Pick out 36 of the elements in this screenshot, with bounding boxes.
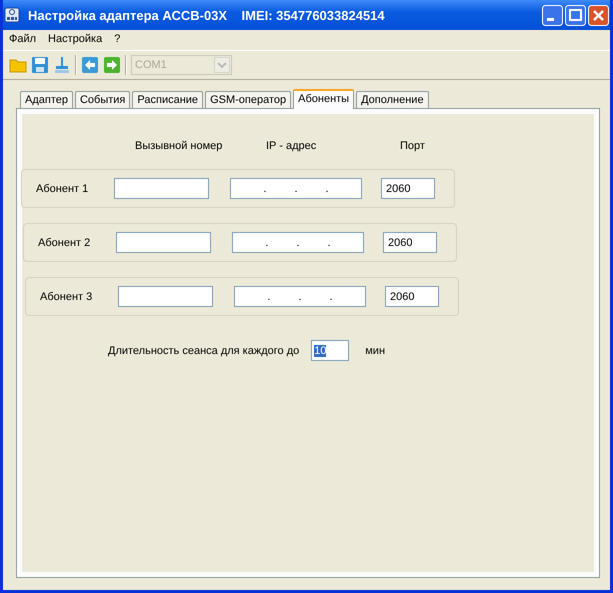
session-duration-label: Длительность сеанса для каждого до <box>108 344 300 356</box>
port-field[interactable]: 2060 <box>385 286 439 307</box>
session-duration-field[interactable]: 10 <box>311 340 350 361</box>
save-icon[interactable] <box>31 56 49 74</box>
close-icon[interactable] <box>588 4 609 26</box>
column-header: Вызывной номер <box>135 140 222 152</box>
ip-address-field[interactable]: . . . <box>232 232 364 253</box>
column-header: Порт <box>400 140 425 152</box>
subscriber-label: Абонент 2 <box>37 236 92 248</box>
phone-number-field[interactable] <box>116 232 211 253</box>
clear-icon[interactable] <box>53 56 71 74</box>
unit-label: мин <box>365 344 386 356</box>
phone-number-field[interactable] <box>114 178 209 199</box>
tab[interactable]: Дополнение <box>356 91 429 108</box>
ip-address-field[interactable]: . . . <box>234 286 366 307</box>
menu-item[interactable]: Файл <box>9 33 36 47</box>
selected-text: 10 <box>314 344 326 356</box>
menu-item[interactable]: ? <box>114 33 120 47</box>
tab[interactable]: Расписание <box>132 91 204 108</box>
tab[interactable]: Абоненты <box>293 89 354 109</box>
minimize-icon[interactable] <box>542 4 563 26</box>
subscriber-label: Абонент 1 <box>35 182 90 194</box>
menu-item[interactable]: Настройка <box>48 33 102 47</box>
app-icon <box>4 7 20 23</box>
column-header: IP - адрес <box>266 140 316 152</box>
ip-address-field[interactable]: . . . <box>230 178 362 199</box>
tab[interactable]: GSM-оператор <box>205 91 292 108</box>
tab[interactable]: Адаптер <box>20 91 73 108</box>
maximize-icon[interactable] <box>565 4 586 26</box>
port-field[interactable]: 2060 <box>381 178 435 199</box>
port-field[interactable]: 2060 <box>383 232 437 253</box>
window-title: Настройка адаптера АССВ-03Х IMEI: 354776033824514 <box>28 8 386 22</box>
phone-number-field[interactable] <box>118 286 213 307</box>
caret-icon <box>214 57 230 73</box>
subscriber-label: Абонент 3 <box>39 290 94 302</box>
tab[interactable]: События <box>74 91 130 108</box>
